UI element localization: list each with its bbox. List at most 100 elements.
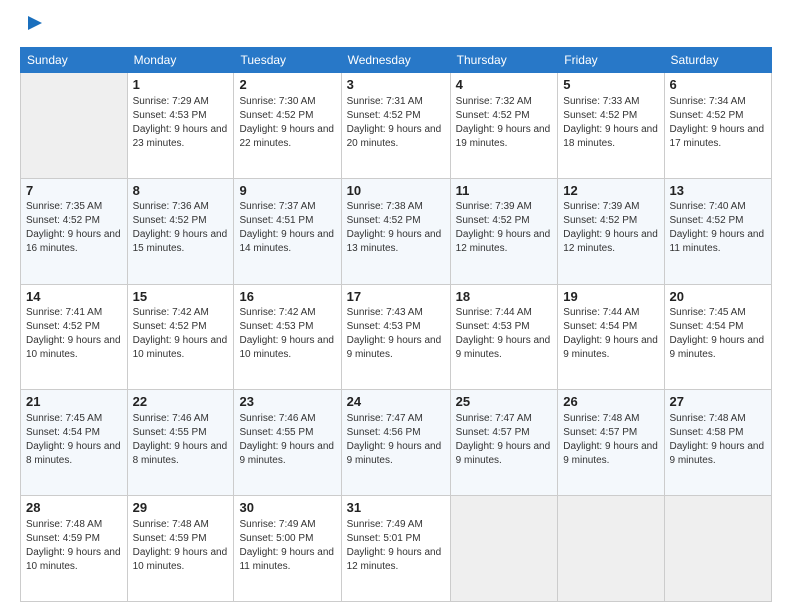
day-info: Sunrise: 7:35 AMSunset: 4:52 PMDaylight:… bbox=[26, 200, 122, 256]
day-info: Sunrise: 7:42 AMSunset: 4:52 PMDaylight:… bbox=[133, 306, 229, 362]
calendar-cell: 12Sunrise: 7:39 AMSunset: 4:52 PMDayligh… bbox=[558, 178, 664, 284]
day-number: 6 bbox=[670, 76, 766, 94]
calendar-cell: 15Sunrise: 7:42 AMSunset: 4:52 PMDayligh… bbox=[127, 284, 234, 390]
logo bbox=[20, 18, 46, 39]
col-header-thursday: Thursday bbox=[450, 48, 558, 73]
day-number: 18 bbox=[456, 288, 553, 306]
day-number: 29 bbox=[133, 499, 229, 517]
calendar-cell: 16Sunrise: 7:42 AMSunset: 4:53 PMDayligh… bbox=[234, 284, 341, 390]
calendar-cell: 27Sunrise: 7:48 AMSunset: 4:58 PMDayligh… bbox=[664, 390, 771, 496]
day-info: Sunrise: 7:39 AMSunset: 4:52 PMDaylight:… bbox=[563, 200, 658, 256]
calendar-cell: 20Sunrise: 7:45 AMSunset: 4:54 PMDayligh… bbox=[664, 284, 771, 390]
day-number: 2 bbox=[239, 76, 335, 94]
day-number: 20 bbox=[670, 288, 766, 306]
calendar-cell: 29Sunrise: 7:48 AMSunset: 4:59 PMDayligh… bbox=[127, 496, 234, 602]
day-number: 9 bbox=[239, 182, 335, 200]
day-info: Sunrise: 7:45 AMSunset: 4:54 PMDaylight:… bbox=[670, 306, 766, 362]
day-info: Sunrise: 7:48 AMSunset: 4:57 PMDaylight:… bbox=[563, 412, 658, 468]
day-number: 30 bbox=[239, 499, 335, 517]
day-info: Sunrise: 7:48 AMSunset: 4:59 PMDaylight:… bbox=[133, 518, 229, 574]
day-number: 21 bbox=[26, 393, 122, 411]
calendar-cell: 1Sunrise: 7:29 AMSunset: 4:53 PMDaylight… bbox=[127, 73, 234, 179]
day-number: 11 bbox=[456, 182, 553, 200]
day-info: Sunrise: 7:38 AMSunset: 4:52 PMDaylight:… bbox=[347, 200, 445, 256]
day-number: 8 bbox=[133, 182, 229, 200]
day-number: 19 bbox=[563, 288, 658, 306]
day-number: 27 bbox=[670, 393, 766, 411]
page: SundayMondayTuesdayWednesdayThursdayFrid… bbox=[0, 0, 792, 612]
day-info: Sunrise: 7:47 AMSunset: 4:56 PMDaylight:… bbox=[347, 412, 445, 468]
day-info: Sunrise: 7:44 AMSunset: 4:53 PMDaylight:… bbox=[456, 306, 553, 362]
col-header-wednesday: Wednesday bbox=[341, 48, 450, 73]
day-info: Sunrise: 7:43 AMSunset: 4:53 PMDaylight:… bbox=[347, 306, 445, 362]
day-number: 13 bbox=[670, 182, 766, 200]
day-number: 3 bbox=[347, 76, 445, 94]
day-info: Sunrise: 7:46 AMSunset: 4:55 PMDaylight:… bbox=[239, 412, 335, 468]
col-header-friday: Friday bbox=[558, 48, 664, 73]
day-info: Sunrise: 7:49 AMSunset: 5:00 PMDaylight:… bbox=[239, 518, 335, 574]
day-info: Sunrise: 7:33 AMSunset: 4:52 PMDaylight:… bbox=[563, 95, 658, 151]
calendar-cell bbox=[21, 73, 128, 179]
calendar-cell: 31Sunrise: 7:49 AMSunset: 5:01 PMDayligh… bbox=[341, 496, 450, 602]
calendar-cell: 19Sunrise: 7:44 AMSunset: 4:54 PMDayligh… bbox=[558, 284, 664, 390]
day-info: Sunrise: 7:48 AMSunset: 4:59 PMDaylight:… bbox=[26, 518, 122, 574]
calendar: SundayMondayTuesdayWednesdayThursdayFrid… bbox=[20, 47, 772, 602]
day-number: 5 bbox=[563, 76, 658, 94]
day-number: 23 bbox=[239, 393, 335, 411]
day-number: 25 bbox=[456, 393, 553, 411]
calendar-cell: 9Sunrise: 7:37 AMSunset: 4:51 PMDaylight… bbox=[234, 178, 341, 284]
header bbox=[20, 18, 772, 39]
col-header-saturday: Saturday bbox=[664, 48, 771, 73]
week-row-4: 21Sunrise: 7:45 AMSunset: 4:54 PMDayligh… bbox=[21, 390, 772, 496]
day-info: Sunrise: 7:46 AMSunset: 4:55 PMDaylight:… bbox=[133, 412, 229, 468]
day-number: 17 bbox=[347, 288, 445, 306]
day-number: 15 bbox=[133, 288, 229, 306]
day-number: 16 bbox=[239, 288, 335, 306]
day-info: Sunrise: 7:47 AMSunset: 4:57 PMDaylight:… bbox=[456, 412, 553, 468]
week-row-3: 14Sunrise: 7:41 AMSunset: 4:52 PMDayligh… bbox=[21, 284, 772, 390]
day-info: Sunrise: 7:48 AMSunset: 4:58 PMDaylight:… bbox=[670, 412, 766, 468]
calendar-cell: 7Sunrise: 7:35 AMSunset: 4:52 PMDaylight… bbox=[21, 178, 128, 284]
calendar-cell: 5Sunrise: 7:33 AMSunset: 4:52 PMDaylight… bbox=[558, 73, 664, 179]
day-info: Sunrise: 7:36 AMSunset: 4:52 PMDaylight:… bbox=[133, 200, 229, 256]
calendar-cell: 3Sunrise: 7:31 AMSunset: 4:52 PMDaylight… bbox=[341, 73, 450, 179]
week-row-5: 28Sunrise: 7:48 AMSunset: 4:59 PMDayligh… bbox=[21, 496, 772, 602]
calendar-cell: 24Sunrise: 7:47 AMSunset: 4:56 PMDayligh… bbox=[341, 390, 450, 496]
calendar-cell: 11Sunrise: 7:39 AMSunset: 4:52 PMDayligh… bbox=[450, 178, 558, 284]
day-number: 31 bbox=[347, 499, 445, 517]
calendar-cell bbox=[558, 496, 664, 602]
calendar-cell: 10Sunrise: 7:38 AMSunset: 4:52 PMDayligh… bbox=[341, 178, 450, 284]
day-number: 22 bbox=[133, 393, 229, 411]
calendar-cell: 2Sunrise: 7:30 AMSunset: 4:52 PMDaylight… bbox=[234, 73, 341, 179]
day-info: Sunrise: 7:40 AMSunset: 4:52 PMDaylight:… bbox=[670, 200, 766, 256]
day-info: Sunrise: 7:39 AMSunset: 4:52 PMDaylight:… bbox=[456, 200, 553, 256]
day-info: Sunrise: 7:29 AMSunset: 4:53 PMDaylight:… bbox=[133, 95, 229, 151]
calendar-cell: 26Sunrise: 7:48 AMSunset: 4:57 PMDayligh… bbox=[558, 390, 664, 496]
week-row-1: 1Sunrise: 7:29 AMSunset: 4:53 PMDaylight… bbox=[21, 73, 772, 179]
day-info: Sunrise: 7:42 AMSunset: 4:53 PMDaylight:… bbox=[239, 306, 335, 362]
calendar-cell: 14Sunrise: 7:41 AMSunset: 4:52 PMDayligh… bbox=[21, 284, 128, 390]
calendar-cell: 13Sunrise: 7:40 AMSunset: 4:52 PMDayligh… bbox=[664, 178, 771, 284]
day-info: Sunrise: 7:31 AMSunset: 4:52 PMDaylight:… bbox=[347, 95, 445, 151]
calendar-cell: 8Sunrise: 7:36 AMSunset: 4:52 PMDaylight… bbox=[127, 178, 234, 284]
calendar-cell: 21Sunrise: 7:45 AMSunset: 4:54 PMDayligh… bbox=[21, 390, 128, 496]
col-header-tuesday: Tuesday bbox=[234, 48, 341, 73]
calendar-cell: 22Sunrise: 7:46 AMSunset: 4:55 PMDayligh… bbox=[127, 390, 234, 496]
calendar-cell: 30Sunrise: 7:49 AMSunset: 5:00 PMDayligh… bbox=[234, 496, 341, 602]
day-info: Sunrise: 7:45 AMSunset: 4:54 PMDaylight:… bbox=[26, 412, 122, 468]
day-number: 14 bbox=[26, 288, 122, 306]
logo-arrow-icon bbox=[24, 12, 46, 34]
day-info: Sunrise: 7:44 AMSunset: 4:54 PMDaylight:… bbox=[563, 306, 658, 362]
calendar-cell: 23Sunrise: 7:46 AMSunset: 4:55 PMDayligh… bbox=[234, 390, 341, 496]
day-number: 7 bbox=[26, 182, 122, 200]
calendar-cell bbox=[450, 496, 558, 602]
col-header-monday: Monday bbox=[127, 48, 234, 73]
calendar-cell: 4Sunrise: 7:32 AMSunset: 4:52 PMDaylight… bbox=[450, 73, 558, 179]
day-number: 10 bbox=[347, 182, 445, 200]
day-info: Sunrise: 7:37 AMSunset: 4:51 PMDaylight:… bbox=[239, 200, 335, 256]
week-row-2: 7Sunrise: 7:35 AMSunset: 4:52 PMDaylight… bbox=[21, 178, 772, 284]
day-info: Sunrise: 7:30 AMSunset: 4:52 PMDaylight:… bbox=[239, 95, 335, 151]
calendar-cell bbox=[664, 496, 771, 602]
calendar-cell: 25Sunrise: 7:47 AMSunset: 4:57 PMDayligh… bbox=[450, 390, 558, 496]
day-number: 12 bbox=[563, 182, 658, 200]
